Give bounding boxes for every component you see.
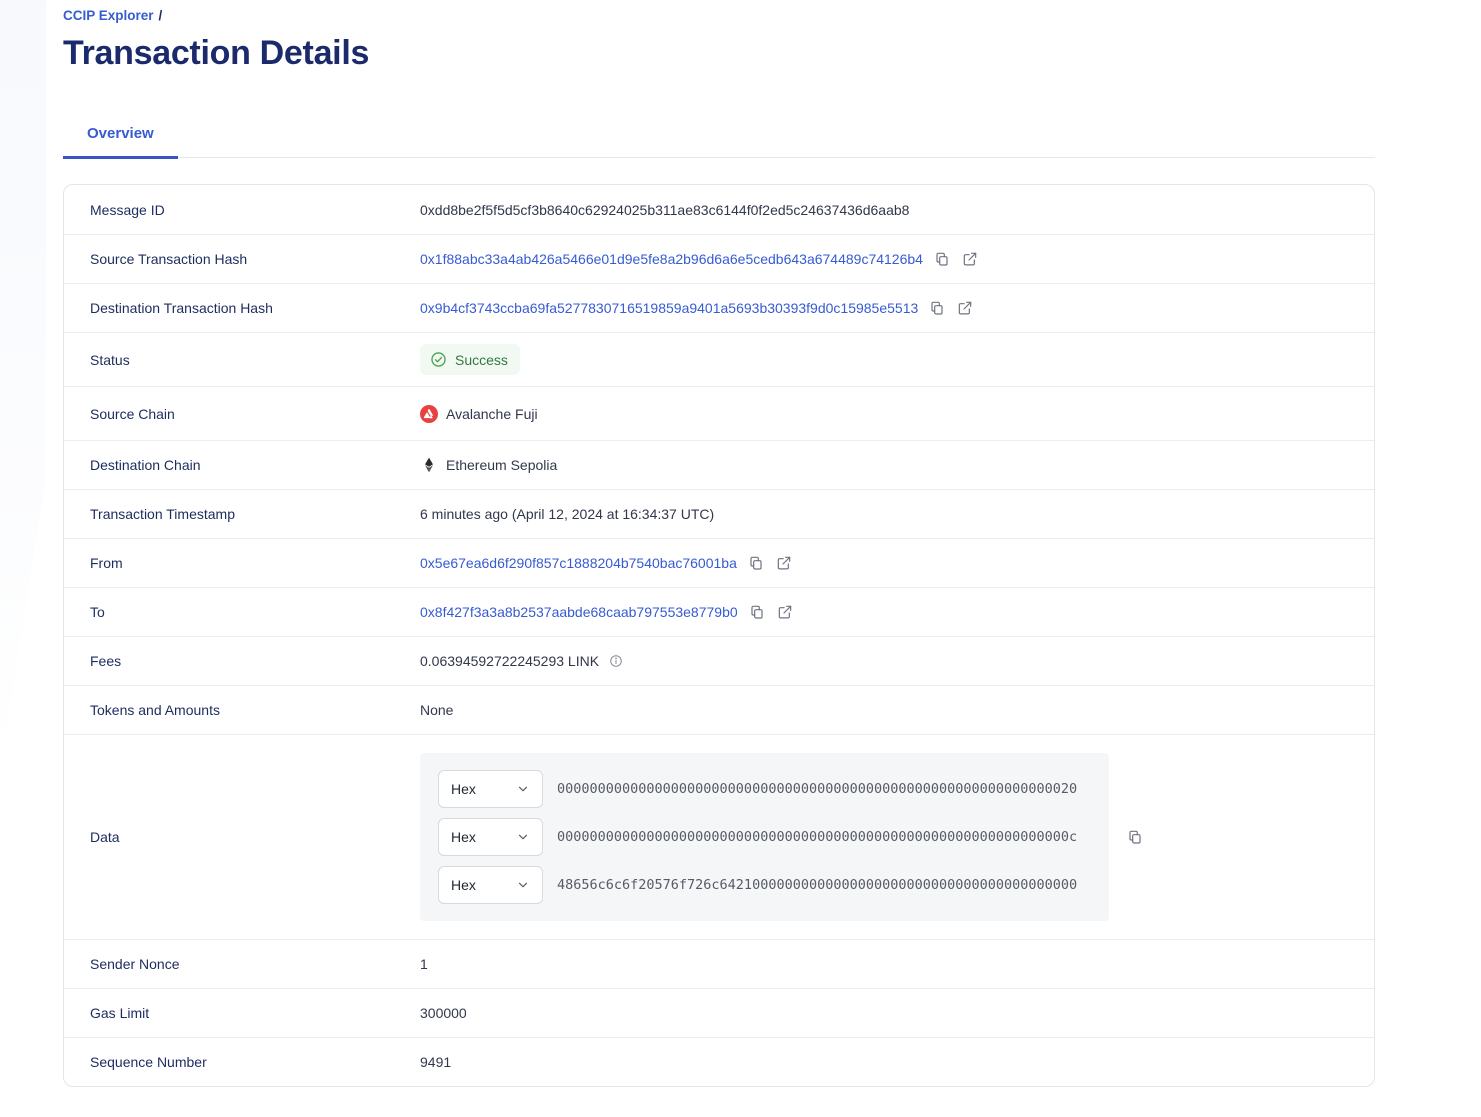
data-format-select[interactable]: Hex bbox=[438, 770, 543, 809]
avalanche-icon bbox=[420, 404, 438, 423]
table-row-tokens: Tokens and Amounts None bbox=[64, 685, 1374, 734]
sender-nonce-value: 1 bbox=[420, 956, 428, 973]
breadcrumb: CCIP Explorer / bbox=[63, 6, 1375, 24]
field-label: Destination Transaction Hash bbox=[90, 300, 273, 317]
source-chain-name: Avalanche Fuji bbox=[446, 405, 538, 422]
field-label: Message ID bbox=[90, 201, 165, 218]
chevron-down-icon bbox=[516, 830, 530, 844]
data-line: Hex 000000000000000000000000000000000000… bbox=[438, 818, 1091, 857]
message-id-value: 0xdd8be2f5f5d5cf3b8640c62924025b311ae83c… bbox=[420, 201, 910, 218]
field-label: To bbox=[90, 604, 105, 621]
timestamp-value: 6 minutes ago (April 12, 2024 at 16:34:3… bbox=[420, 506, 715, 523]
data-format-selected: Hex bbox=[451, 781, 476, 798]
table-row-source-chain: Source Chain Avalanche Fuji bbox=[64, 386, 1374, 440]
table-row-message-id: Message ID 0xdd8be2f5f5d5cf3b8640c629240… bbox=[64, 185, 1374, 234]
from-address-link[interactable]: 0x5e67ea6d6f290f857c1888204b7540bac76001… bbox=[420, 555, 737, 571]
data-format-selected: Hex bbox=[451, 877, 476, 894]
field-label: From bbox=[90, 555, 123, 572]
transaction-details-card: Message ID 0xdd8be2f5f5d5cf3b8640c629240… bbox=[63, 184, 1375, 1088]
data-hex-value: 0000000000000000000000000000000000000000… bbox=[557, 829, 1078, 846]
copy-icon[interactable] bbox=[747, 554, 765, 572]
transaction-details-page: CCIP Explorer / Transaction Details Overv… bbox=[0, 0, 1481, 1117]
table-row-dest-chain: Destination Chain Ethereum Sepolia bbox=[64, 440, 1374, 489]
copy-icon[interactable] bbox=[748, 603, 766, 621]
data-line: Hex 000000000000000000000000000000000000… bbox=[438, 770, 1091, 809]
table-row-timestamp: Transaction Timestamp 6 minutes ago (Apr… bbox=[64, 489, 1374, 538]
status-badge: Success bbox=[420, 344, 520, 376]
field-label: Source Transaction Hash bbox=[90, 251, 248, 268]
info-icon[interactable] bbox=[609, 654, 623, 668]
table-row-dest-tx-hash: Destination Transaction Hash 0x9b4cf3743… bbox=[64, 283, 1374, 332]
tab-overview[interactable]: Overview bbox=[63, 117, 178, 160]
copy-icon[interactable] bbox=[933, 250, 951, 268]
data-hex-value: 48656c6c6f20576f726c64210000000000000000… bbox=[557, 877, 1078, 894]
page-title: Transaction Details bbox=[63, 34, 370, 73]
copy-icon[interactable] bbox=[928, 299, 946, 317]
breadcrumb-ccip-explorer-link[interactable]: CCIP Explorer bbox=[63, 8, 154, 23]
tokens-value: None bbox=[420, 702, 454, 719]
tab-bar: Overview bbox=[63, 117, 1375, 160]
table-row-status: Status Success bbox=[64, 332, 1374, 386]
dest-tx-hash-link[interactable]: 0x9b4cf3743ccba69fa5277830716519859a9401… bbox=[420, 300, 918, 316]
gas-limit-value: 300000 bbox=[420, 1005, 467, 1022]
data-hex-value: 0000000000000000000000000000000000000000… bbox=[557, 781, 1078, 798]
data-hex-panel: Hex 000000000000000000000000000000000000… bbox=[420, 753, 1109, 922]
data-format-select[interactable]: Hex bbox=[438, 818, 543, 857]
field-label: Status bbox=[90, 351, 130, 368]
table-row-source-tx-hash: Source Transaction Hash 0x1f88abc33a4ab4… bbox=[64, 234, 1374, 283]
to-address-link[interactable]: 0x8f427f3a3a8b2537aabde68caab797553e8779… bbox=[420, 604, 738, 620]
external-link-icon[interactable] bbox=[956, 299, 974, 317]
external-link-icon[interactable] bbox=[776, 603, 794, 621]
fees-value: 0.06394592722245293 LINK bbox=[420, 653, 600, 670]
field-label: Tokens and Amounts bbox=[90, 702, 220, 719]
chevron-down-icon bbox=[516, 878, 530, 892]
table-row-fees: Fees 0.06394592722245293 LINK bbox=[64, 636, 1374, 685]
field-label: Fees bbox=[90, 653, 122, 670]
data-format-selected: Hex bbox=[451, 829, 476, 846]
data-format-select[interactable]: Hex bbox=[438, 866, 543, 905]
field-label: Gas Limit bbox=[90, 1005, 150, 1022]
field-label: Sequence Number bbox=[90, 1054, 207, 1071]
table-row-gas-limit: Gas Limit 300000 bbox=[64, 988, 1374, 1037]
table-row-to: To 0x8f427f3a3a8b2537aabde68caab797553e8… bbox=[64, 587, 1374, 636]
external-link-icon[interactable] bbox=[961, 250, 979, 268]
copy-icon[interactable] bbox=[1126, 828, 1144, 846]
data-line: Hex 48656c6c6f20576f726c6421000000000000… bbox=[438, 866, 1091, 905]
field-label: Destination Chain bbox=[90, 457, 201, 474]
status-badge-label: Success bbox=[455, 351, 508, 368]
table-row-from: From 0x5e67ea6d6f290f857c1888204b7540bac… bbox=[64, 538, 1374, 587]
field-label: Transaction Timestamp bbox=[90, 506, 235, 523]
breadcrumb-separator: / bbox=[158, 8, 163, 23]
external-link-icon[interactable] bbox=[775, 554, 793, 572]
field-label: Data bbox=[90, 829, 120, 846]
source-tx-hash-link[interactable]: 0x1f88abc33a4ab426a5466e01d9e5fe8a2b96d6… bbox=[420, 251, 923, 267]
field-label: Sender Nonce bbox=[90, 956, 180, 973]
table-row-sender-nonce: Sender Nonce 1 bbox=[64, 939, 1374, 988]
check-circle-icon bbox=[430, 351, 447, 368]
table-row-data: Data Hex 0000000000000000000000000000000… bbox=[64, 734, 1374, 939]
dest-chain-name: Ethereum Sepolia bbox=[446, 457, 558, 474]
table-row-sequence-number: Sequence Number 9491 bbox=[64, 1037, 1374, 1086]
sequence-number-value: 9491 bbox=[420, 1054, 452, 1071]
ethereum-icon bbox=[420, 456, 438, 474]
chevron-down-icon bbox=[516, 782, 530, 796]
field-label: Source Chain bbox=[90, 405, 175, 422]
